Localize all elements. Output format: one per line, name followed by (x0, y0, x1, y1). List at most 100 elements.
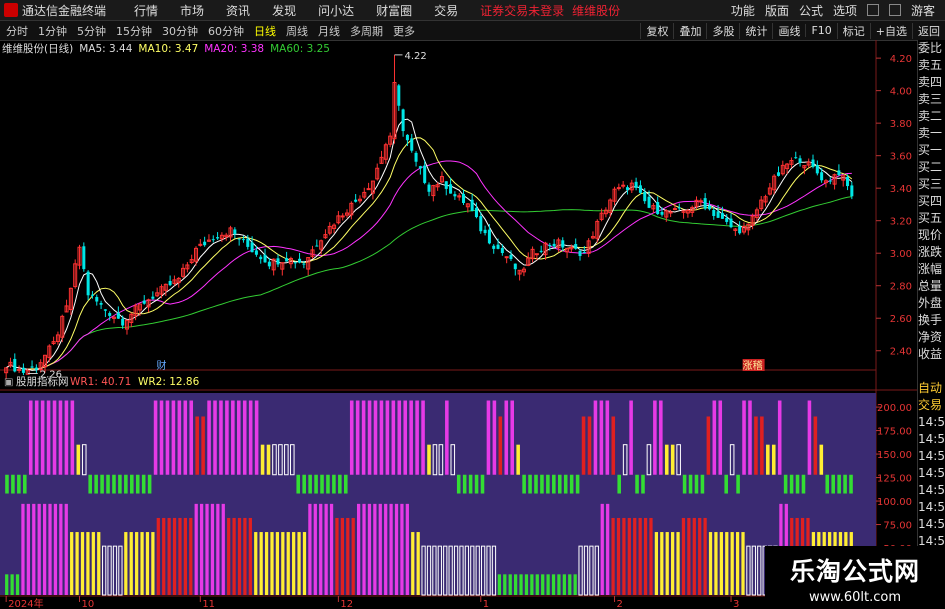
wr1-bar (207, 400, 211, 475)
wr1-bar (237, 400, 241, 475)
menu-caifuquan[interactable]: 财富圈 (376, 2, 412, 19)
wr1-bar (314, 474, 318, 494)
wr1-bar (195, 416, 199, 475)
indicator-tick-label: 175.00 (877, 427, 912, 438)
guest-label[interactable]: 游客 (911, 2, 935, 19)
candle-body (712, 209, 716, 216)
wr2-bar (384, 503, 388, 595)
restore-icon[interactable] (866, 4, 879, 16)
period-fenshi[interactable]: 分时 (6, 23, 28, 39)
wr2-bar (178, 517, 182, 595)
btn-tongji[interactable]: 统计 (739, 22, 772, 39)
wr2-bar (205, 503, 209, 595)
candle-body (427, 184, 431, 192)
menu-hangqing[interactable]: 行情 (134, 2, 158, 19)
wr2-bar (48, 503, 52, 595)
wr1-bar (415, 400, 419, 475)
wr2-bar (606, 503, 610, 595)
candle-body (820, 172, 824, 181)
btn-diejia[interactable]: 叠加 (673, 22, 706, 39)
period-weekly[interactable]: 周线 (286, 23, 308, 39)
wr2-bar (172, 517, 177, 595)
candle-body (414, 152, 418, 162)
candle-body (582, 251, 586, 253)
menu-shichang[interactable]: 市场 (180, 2, 204, 19)
wr2-bar (600, 503, 604, 595)
btn-fuquan[interactable]: 复权 (640, 22, 673, 39)
candle-body (103, 309, 107, 311)
wr2-bar (692, 517, 696, 595)
wr1-bar (641, 474, 645, 494)
wr2-bar (5, 574, 9, 595)
wr1-bar (653, 400, 657, 475)
quote-panel-item: 涨跌 (918, 245, 943, 259)
menu-wenxiaoda[interactable]: 问小达 (318, 2, 354, 19)
period-15min[interactable]: 15分钟 (116, 23, 152, 39)
wr1-bar (427, 444, 431, 475)
wr2-bar (216, 503, 220, 595)
candle-body (405, 134, 409, 141)
btn-duogu[interactable]: 多股 (706, 22, 739, 39)
quote-panel-item: 卖二 (918, 109, 943, 123)
period-more[interactable]: 更多 (393, 23, 415, 39)
wr2-bar (703, 517, 707, 595)
candle-body (483, 229, 487, 234)
wr1-bar (403, 400, 408, 475)
wr1-bar (242, 400, 247, 475)
wr1-bar (813, 416, 818, 475)
menu-gongneng[interactable]: 功能 (731, 2, 755, 19)
candle-body (479, 216, 483, 232)
candle-body (643, 191, 647, 202)
menu-gongshi[interactable]: 公式 (799, 2, 823, 19)
period-monthly[interactable]: 月线 (318, 23, 340, 39)
minimize-icon[interactable] (888, 4, 901, 16)
wr2-bar (59, 503, 63, 595)
menu-zixun[interactable]: 资讯 (226, 2, 250, 19)
quote-panel-item: 买一 (918, 143, 943, 157)
wr2-bar (335, 517, 339, 595)
wr2-bar (519, 574, 523, 595)
btn-add-watch[interactable]: +自选 (869, 22, 912, 39)
candle-body (776, 172, 781, 176)
candle-body (453, 194, 457, 197)
wr1-bar (617, 474, 621, 494)
wr2-bar (151, 532, 155, 595)
wr2-bar (524, 574, 529, 595)
wr1-bar (468, 474, 473, 494)
period-multi[interactable]: 多周期 (350, 23, 383, 39)
wr1-bar (344, 474, 348, 494)
candle-body (34, 367, 38, 370)
period-60min[interactable]: 60分钟 (208, 23, 244, 39)
wr1-bar (225, 400, 229, 475)
wr1-bar (700, 474, 705, 494)
candle-body (216, 237, 220, 239)
quote-panel: 委比 卖五 卖四 卖三 卖二 卖一 买一 买二 买三 买四 买五 现价 涨跌 涨幅 总量 外盘 换手 净资 收益 自动… (917, 40, 945, 609)
btn-huaxian[interactable]: 画线 (772, 22, 805, 39)
wr2-bar (194, 503, 198, 595)
btn-back[interactable]: 返回 (912, 22, 945, 39)
quote-panel-item: 换手 (918, 313, 943, 327)
menu-banmian[interactable]: 版面 (765, 2, 789, 19)
x-tick-label: 3 (733, 599, 739, 609)
menu-faxian[interactable]: 发现 (272, 2, 296, 19)
wr1-bar (552, 474, 556, 494)
candle-body (720, 213, 724, 219)
wr2-bar (243, 517, 247, 595)
btn-f10[interactable]: F10 (805, 24, 836, 37)
login-notice[interactable]: 证券交易未登录 (480, 2, 564, 19)
menu-xuanxiang[interactable]: 选项 (833, 2, 857, 19)
wr2-bar (254, 532, 258, 595)
period-1min[interactable]: 1分钟 (38, 23, 67, 39)
wr1-bar (611, 416, 616, 475)
menu-jiaoyi[interactable]: 交易 (434, 2, 458, 19)
period-5min[interactable]: 5分钟 (77, 23, 106, 39)
quote-panel-item: 卖三 (918, 92, 943, 106)
period-30min[interactable]: 30分钟 (162, 23, 198, 39)
period-daily[interactable]: 日线 (254, 23, 276, 39)
btn-biaoji[interactable]: 标记 (836, 22, 870, 39)
candle-body (401, 109, 405, 132)
wr2-bar (156, 517, 160, 595)
x-tick-label: 2024年 (8, 597, 43, 609)
wr2-bar (508, 574, 512, 595)
chart-canvas[interactable]: 4.20 4.00 3.80 3.60 3.40 3.20 3.00 2.80 2.60 2.40… (0, 40, 917, 609)
